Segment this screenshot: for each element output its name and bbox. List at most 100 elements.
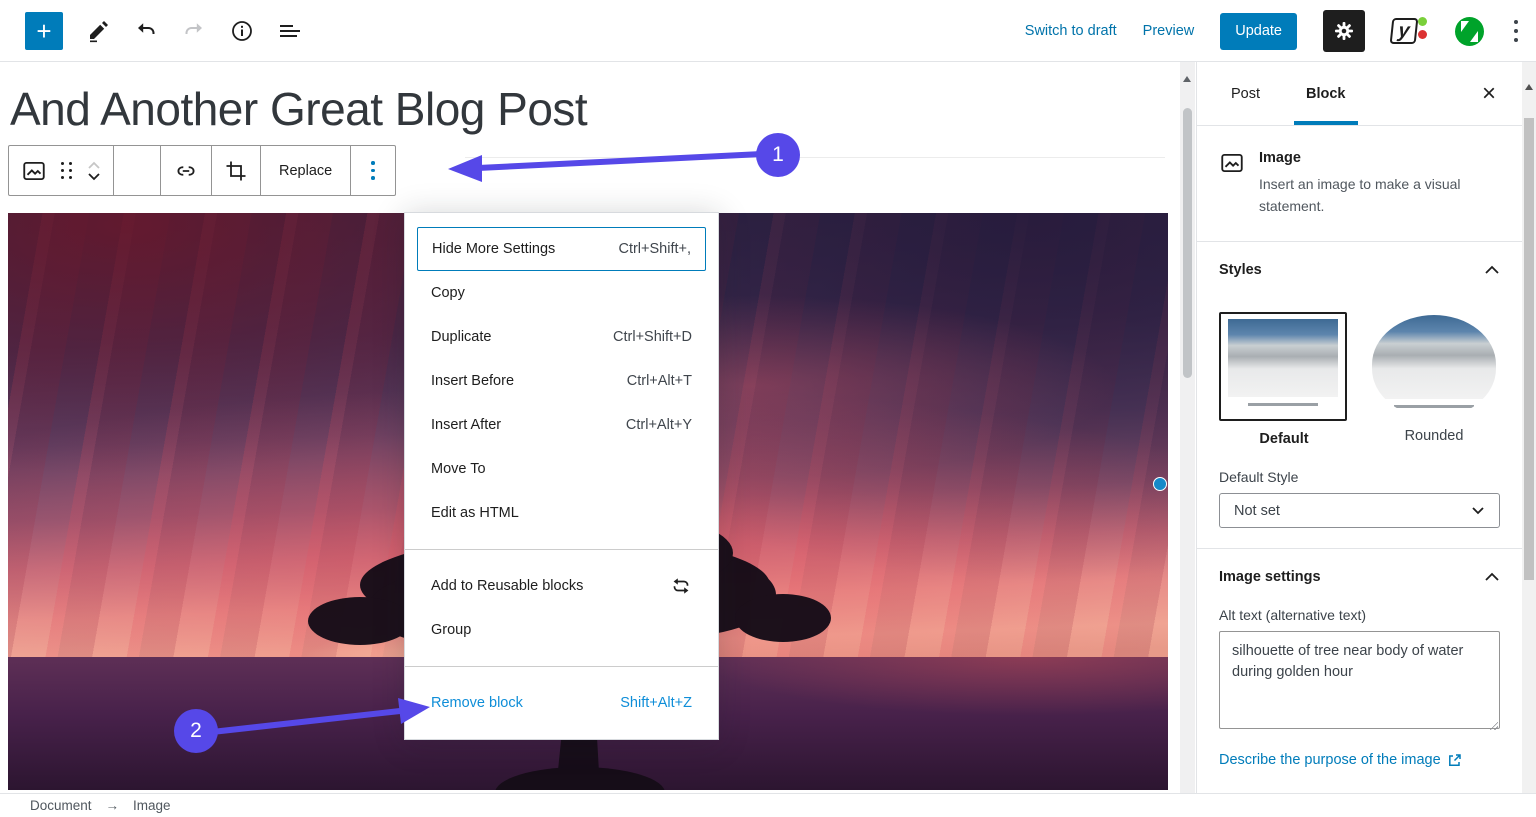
- yoast-letter: y: [1390, 18, 1419, 44]
- menu-item-hide-more-settings[interactable]: Hide More Settings Ctrl+Shift+,: [417, 227, 706, 271]
- drag-handle-icon[interactable]: [61, 162, 73, 179]
- link-icon[interactable]: [173, 158, 199, 184]
- menu-item-shortcut: Ctrl+Alt+T: [627, 373, 692, 389]
- yoast-green-dot: [1418, 17, 1427, 26]
- style-rounded-preview: [1372, 315, 1496, 418]
- default-style-label: Default Style: [1219, 469, 1500, 485]
- move-up-icon: [87, 161, 101, 170]
- alt-text-help-link[interactable]: Describe the purpose of the image: [1219, 752, 1500, 768]
- info-icon[interactable]: [229, 18, 255, 44]
- annotation-arrow-2: [200, 688, 440, 750]
- page-scrollbar: [1522, 62, 1536, 793]
- switch-to-draft-link[interactable]: Switch to draft: [1025, 23, 1117, 39]
- scrollbar-thumb[interactable]: [1183, 108, 1192, 378]
- menu-item-shortcut: Shift+Alt+Z: [620, 695, 692, 711]
- menu-item-label: Hide More Settings: [432, 241, 555, 257]
- menu-group-2: Add to Reusable blocks Group: [405, 549, 718, 666]
- menu-item-remove-block[interactable]: Remove block Shift+Alt+Z: [405, 681, 718, 725]
- tab-post[interactable]: Post: [1219, 62, 1272, 125]
- editor-scrollbar: [1180, 62, 1195, 793]
- image-settings-header[interactable]: Image settings: [1219, 569, 1500, 585]
- image-block-icon: [1219, 150, 1245, 217]
- image-block-type-icon[interactable]: [21, 158, 47, 184]
- menu-item-label: Move To: [431, 461, 486, 477]
- annotation-step-2-badge: 2: [174, 709, 218, 753]
- alt-text-input[interactable]: silhouette of tree near body of water du…: [1219, 631, 1500, 729]
- menu-item-label: Remove block: [431, 695, 523, 711]
- undo-icon[interactable]: [133, 18, 159, 44]
- yoast-seo-icon[interactable]: y: [1391, 15, 1429, 47]
- menu-item-label: Add to Reusable blocks: [431, 578, 583, 594]
- help-link-label: Describe the purpose of the image: [1219, 752, 1441, 768]
- add-block-button[interactable]: +: [25, 12, 63, 50]
- chevron-up-icon: [1484, 265, 1500, 275]
- breadcrumb-arrow: →: [106, 798, 120, 813]
- menu-item-shortcut: Ctrl+Shift+D: [613, 329, 692, 345]
- replace-button[interactable]: Replace: [273, 163, 338, 179]
- update-button[interactable]: Update: [1220, 13, 1297, 50]
- annotation-arrow-1: [440, 128, 770, 188]
- styles-section: Styles Default Rounded Default Style Not…: [1197, 242, 1522, 549]
- block-card-description: Insert an image to make a visual stateme…: [1259, 174, 1489, 217]
- external-link-icon: [1447, 753, 1462, 768]
- breadcrumb-bar: Document → Image: [0, 793, 1536, 817]
- style-option-default[interactable]: Default: [1219, 312, 1349, 447]
- yoast-red-dot: [1418, 30, 1427, 39]
- breadcrumb-image[interactable]: Image: [133, 798, 171, 813]
- tab-block[interactable]: Block: [1294, 62, 1358, 125]
- redo-icon: [181, 18, 207, 44]
- move-down-icon: [87, 172, 101, 181]
- chevron-up-icon: [1484, 572, 1500, 582]
- close-icon[interactable]: ×: [1482, 80, 1496, 108]
- menu-item-label: Insert Before: [431, 373, 514, 389]
- menu-item-insert-after[interactable]: Insert After Ctrl+Alt+Y: [405, 403, 718, 447]
- menu-group-3: Remove block Shift+Alt+Z: [405, 666, 718, 739]
- default-style-value: Not set: [1234, 503, 1280, 519]
- annotation-step-1-badge: 1: [756, 133, 800, 177]
- breadcrumb-document[interactable]: Document: [30, 798, 92, 813]
- sidebar-tabs: Post Block ×: [1197, 62, 1522, 126]
- block-card-title: Image: [1259, 150, 1489, 166]
- menu-item-label: Copy: [431, 285, 465, 301]
- menu-item-duplicate[interactable]: Duplicate Ctrl+Shift+D: [405, 315, 718, 359]
- menu-item-shortcut: Ctrl+Alt+Y: [626, 417, 692, 433]
- style-default-preview: [1219, 312, 1347, 421]
- scrollbar-thumb[interactable]: [1524, 118, 1534, 580]
- menu-group-1: Hide More Settings Ctrl+Shift+, Copy Dup…: [405, 213, 718, 549]
- jetpack-icon[interactable]: [1455, 17, 1484, 46]
- preview-link[interactable]: Preview: [1143, 23, 1195, 39]
- menu-item-group[interactable]: Group: [405, 608, 718, 652]
- menu-item-label: Insert After: [431, 417, 501, 433]
- menu-item-label: Duplicate: [431, 329, 491, 345]
- menu-item-copy[interactable]: Copy: [405, 271, 718, 315]
- move-block-arrows[interactable]: [87, 161, 101, 181]
- scrollbar-up-arrow[interactable]: [1183, 76, 1191, 82]
- scrollbar-up-arrow[interactable]: [1525, 84, 1533, 90]
- more-tools-icon[interactable]: [1510, 16, 1522, 46]
- list-view-icon[interactable]: [277, 18, 303, 44]
- editor-top-toolbar: + Switch to draft Preview Update: [0, 0, 1536, 62]
- menu-item-move-to[interactable]: Move To: [405, 447, 718, 491]
- menu-item-edit-as-html[interactable]: Edit as HTML: [405, 491, 718, 535]
- styles-heading: Styles: [1219, 262, 1262, 278]
- image-resize-handle[interactable]: [1153, 477, 1167, 491]
- default-style-select[interactable]: Not set: [1219, 493, 1500, 528]
- styles-section-header[interactable]: Styles: [1219, 262, 1500, 278]
- image-settings-heading: Image settings: [1219, 569, 1321, 585]
- crop-icon[interactable]: [224, 159, 248, 183]
- block-card: Image Insert an image to make a visual s…: [1197, 126, 1522, 242]
- menu-item-label: Edit as HTML: [431, 505, 519, 521]
- settings-sidebar: Post Block × Image Insert an image to ma…: [1196, 62, 1522, 793]
- block-options-icon[interactable]: [363, 159, 383, 182]
- edit-mode-pencil-icon[interactable]: [85, 18, 111, 44]
- style-option-rounded[interactable]: Rounded: [1369, 312, 1499, 447]
- menu-item-insert-before[interactable]: Insert Before Ctrl+Alt+T: [405, 359, 718, 403]
- alignment-icon[interactable]: [126, 161, 148, 180]
- block-options-menu: Hide More Settings Ctrl+Shift+, Copy Dup…: [404, 212, 719, 740]
- menu-item-add-to-reusable-blocks[interactable]: Add to Reusable blocks: [405, 564, 718, 608]
- image-settings-section: Image settings Alt text (alternative tex…: [1197, 549, 1522, 788]
- alt-text-label: Alt text (alternative text): [1219, 607, 1500, 623]
- image-block-toolbar: Replace: [8, 145, 396, 196]
- settings-gear-icon[interactable]: [1323, 10, 1365, 52]
- chevron-down-icon: [1471, 506, 1485, 515]
